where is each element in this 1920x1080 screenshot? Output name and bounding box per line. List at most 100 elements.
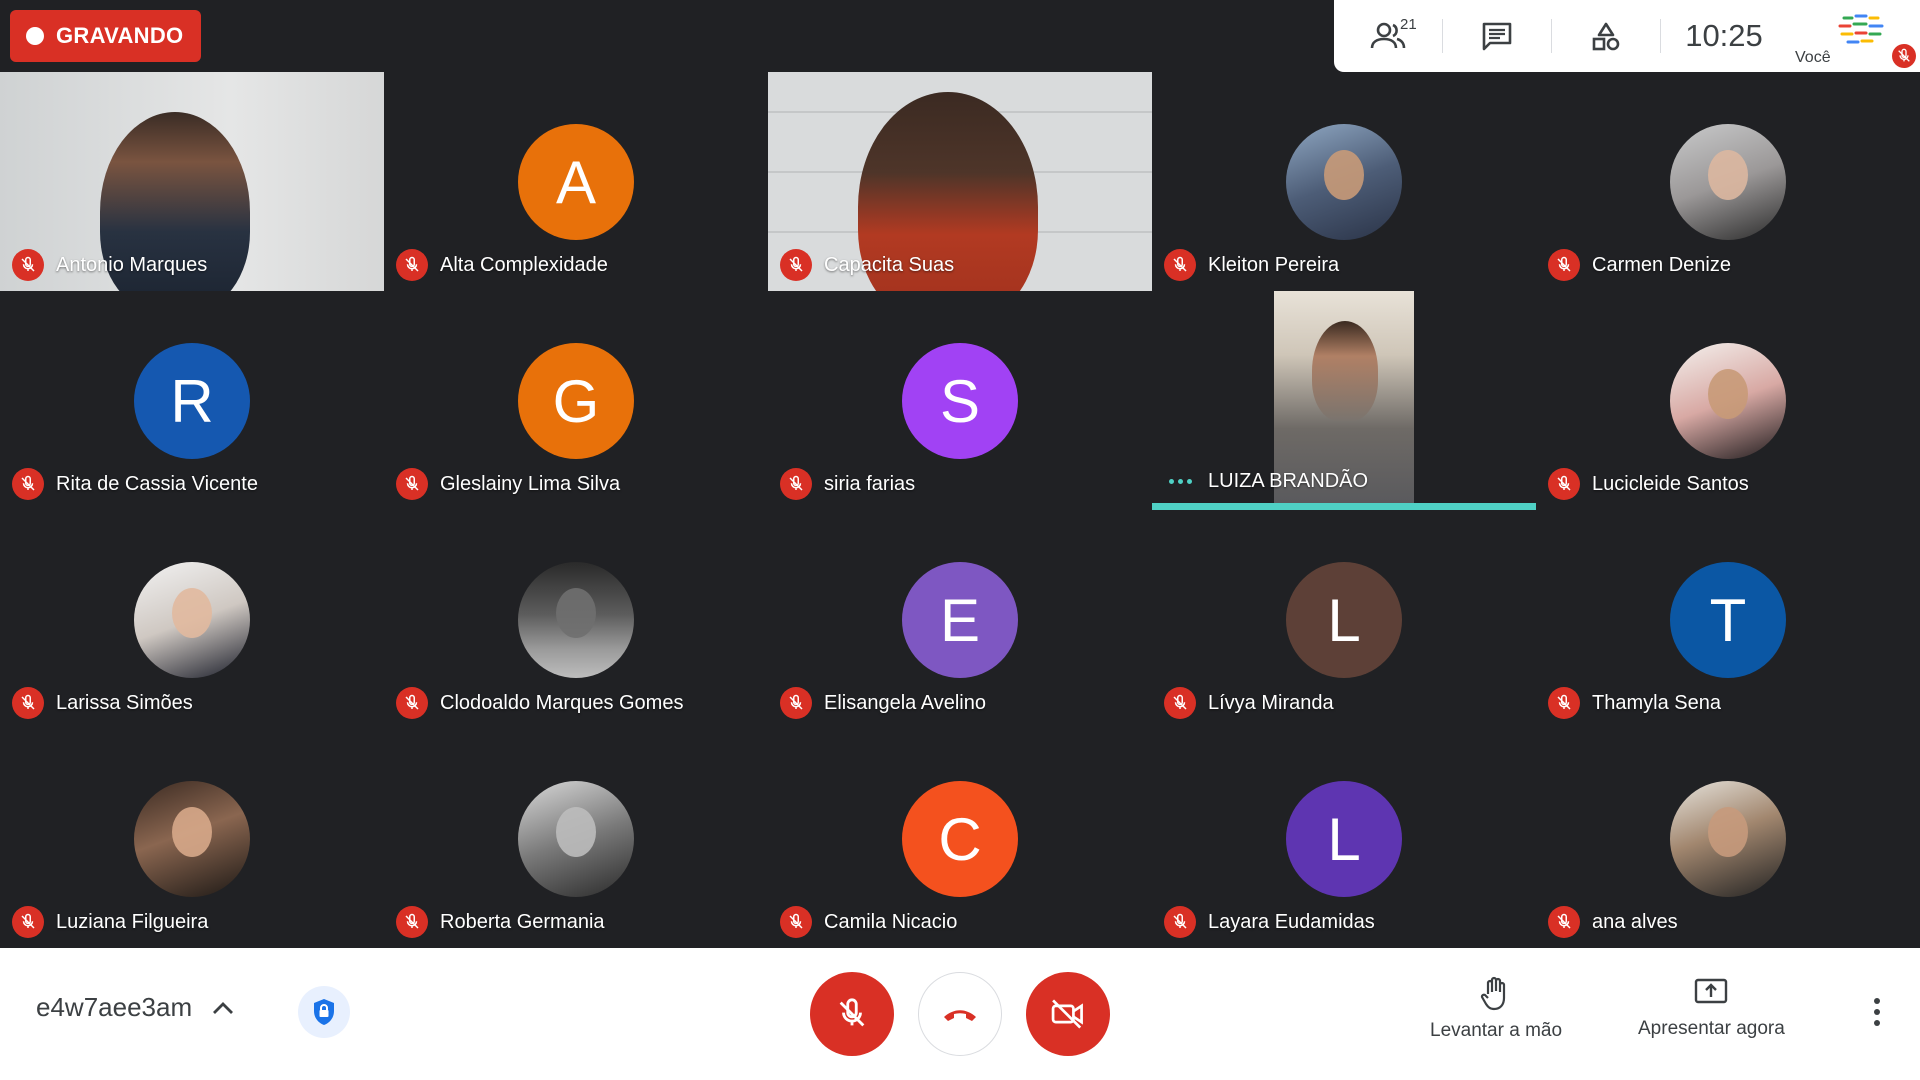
participant-tile[interactable]: L Lívya Miranda	[1152, 510, 1536, 729]
recording-badge: GRAVANDO	[10, 10, 202, 62]
avatar-initial: L	[1327, 586, 1361, 654]
camera-off-icon	[1051, 999, 1083, 1029]
participant-name: Layara Eudamidas	[1208, 910, 1375, 933]
leave-call-button[interactable]	[918, 972, 1002, 1056]
participant-name: Kleiton Pereira	[1208, 253, 1340, 276]
photo-avatar	[134, 562, 250, 678]
mic-off-icon	[1548, 249, 1580, 281]
top-info-panel: 21 10:25 Você	[1334, 0, 1920, 72]
participant-name: Lívya Miranda	[1208, 691, 1334, 714]
participant-nameplate: Lívya Miranda	[1164, 687, 1334, 719]
participant-nameplate: Roberta Germania	[396, 906, 605, 938]
mic-off-icon	[396, 687, 428, 719]
participant-name: Clodoaldo Marques Gomes	[440, 691, 684, 714]
mic-off-icon	[780, 249, 812, 281]
mic-off-icon	[12, 249, 44, 281]
raise-hand-label: Levantar a mão	[1430, 1020, 1563, 1041]
participant-name: Camila Nicacio	[824, 910, 958, 933]
mic-off-icon	[1892, 44, 1916, 68]
recording-label: GRAVANDO	[56, 23, 184, 48]
participant-grid: Antonio Marques A Alta Complexidade Capa…	[0, 72, 1920, 948]
participant-tile[interactable]: E Elisangela Avelino	[768, 510, 1152, 729]
participant-name: Capacita Suas	[824, 253, 955, 276]
meeting-code: e4w7aee3am	[36, 992, 193, 1022]
participant-nameplate: Gleslainy Lima Silva	[396, 468, 620, 500]
hand-icon	[1480, 976, 1506, 1011]
initial-avatar: T	[1670, 562, 1786, 678]
participant-tile[interactable]: Antonio Marques	[0, 72, 384, 291]
phone-hangup-icon	[944, 1010, 976, 1021]
participant-tile[interactable]: Larissa Simões	[0, 510, 384, 729]
participant-name: Antonio Marques	[56, 253, 208, 276]
participant-nameplate: Carmen Denize	[1548, 249, 1731, 281]
participant-tile[interactable]: L Layara Eudamidas	[1152, 729, 1536, 948]
participant-tile[interactable]: Carmen Denize	[1536, 72, 1920, 291]
participant-name: Rita de Cassia Vicente	[56, 472, 258, 495]
bottom-control-bar: e4w7aee3am Levantar a mão Apresentar ago…	[0, 948, 1920, 1080]
initial-avatar: S	[902, 343, 1018, 459]
mic-off-icon	[396, 249, 428, 281]
participant-name: LUIZA BRANDÃO	[1208, 470, 1369, 492]
mic-off-icon	[396, 468, 428, 500]
speaking-highlight	[1152, 503, 1536, 510]
mic-off-icon	[1548, 468, 1580, 500]
mic-off-icon	[12, 906, 44, 938]
participant-nameplate: Rita de Cassia Vicente	[12, 468, 258, 500]
participant-tile[interactable]: Lucicleide Santos	[1536, 291, 1920, 510]
mic-off-icon	[1164, 249, 1196, 281]
camera-toggle-button[interactable]	[1026, 972, 1110, 1056]
chat-button[interactable]	[1443, 0, 1551, 72]
participant-tile[interactable]: A Alta Complexidade	[384, 72, 768, 291]
photo-avatar	[1670, 781, 1786, 897]
mic-toggle-button[interactable]	[810, 972, 894, 1056]
participant-tile[interactable]: Luziana Filgueira	[0, 729, 384, 948]
raise-hand-button[interactable]: Levantar a mão	[1430, 976, 1562, 1042]
participant-name: Luziana Filgueira	[56, 910, 209, 933]
recording-dot-icon	[26, 27, 44, 45]
shield-lock-icon	[314, 999, 334, 1025]
participant-nameplate: Capacita Suas	[780, 249, 954, 281]
participant-tile[interactable]: ana alves	[1536, 729, 1920, 948]
participant-nameplate: Camila Nicacio	[780, 906, 957, 938]
initial-avatar: G	[518, 343, 634, 459]
participant-tile[interactable]: Capacita Suas	[768, 72, 1152, 291]
meeting-details-button[interactable]: e4w7aee3am	[36, 992, 234, 1023]
self-label: Você	[1795, 49, 1831, 66]
participant-tile[interactable]: Kleiton Pereira	[1152, 72, 1536, 291]
activities-button[interactable]	[1552, 0, 1660, 72]
present-now-button[interactable]: Apresentar agora	[1638, 976, 1785, 1040]
participant-tile-speaking[interactable]: LUIZA BRANDÃO	[1152, 291, 1536, 510]
participant-tile[interactable]: S siria farias	[768, 291, 1152, 510]
participant-nameplate: Alta Complexidade	[396, 249, 608, 281]
clock: 10:25	[1661, 0, 1787, 72]
participant-tile[interactable]: T Thamyla Sena	[1536, 510, 1920, 729]
top-bar: GRAVANDO 21 10:25 Você	[0, 0, 1920, 72]
participants-button[interactable]: 21	[1334, 0, 1442, 72]
participant-nameplate: Kleiton Pereira	[1164, 249, 1339, 281]
mic-off-icon	[12, 687, 44, 719]
initial-avatar: R	[134, 343, 250, 459]
participant-tile[interactable]: Roberta Germania	[384, 729, 768, 948]
mic-off-icon	[1164, 687, 1196, 719]
self-view[interactable]: Você	[1787, 0, 1920, 72]
avatar-initial: G	[552, 367, 600, 435]
initial-avatar: C	[902, 781, 1018, 897]
more-options-button[interactable]	[1874, 998, 1880, 1026]
participant-tile[interactable]: Clodoaldo Marques Gomes	[384, 510, 768, 729]
participant-tile[interactable]: R Rita de Cassia Vicente	[0, 291, 384, 510]
photo-avatar	[134, 781, 250, 897]
initial-avatar: A	[518, 124, 634, 240]
participant-tile[interactable]: G Gleslainy Lima Silva	[384, 291, 768, 510]
avatar-initial: E	[939, 586, 981, 654]
participant-name: ana alves	[1592, 910, 1678, 933]
participant-nameplate: Layara Eudamidas	[1164, 906, 1375, 938]
participant-name: Alta Complexidade	[440, 253, 608, 276]
mic-off-icon	[1548, 906, 1580, 938]
host-controls-button[interactable]	[298, 986, 350, 1038]
initial-avatar: L	[1286, 562, 1402, 678]
participant-tile[interactable]: C Camila Nicacio	[768, 729, 1152, 948]
mic-off-icon	[839, 998, 865, 1027]
present-screen-icon	[1695, 978, 1728, 1004]
participant-name: Larissa Simões	[56, 691, 193, 714]
chat-icon	[1482, 22, 1512, 51]
